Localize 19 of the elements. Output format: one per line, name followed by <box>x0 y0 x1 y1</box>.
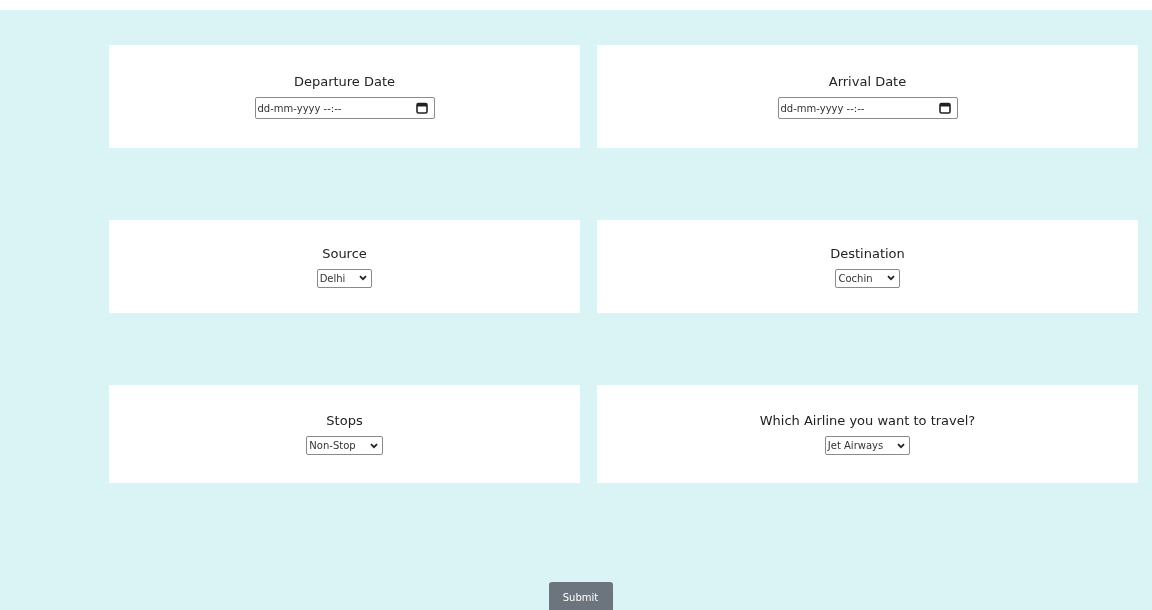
field-label: Stops <box>326 413 363 428</box>
chevron-down-icon <box>897 442 906 449</box>
submit-button[interactable]: Submit <box>548 582 613 610</box>
field-label: Departure Date <box>293 74 396 89</box>
date-time-field[interactable]: dd-mm-yyyy --:-- <box>254 97 435 119</box>
field-label: Source <box>322 245 367 261</box>
calendar-icon[interactable] <box>415 102 428 114</box>
chevron-down-icon <box>886 275 895 281</box>
dropdown[interactable]: Delhi <box>316 268 373 288</box>
dropdown[interactable]: Cochin <box>835 268 900 288</box>
chevron-down-icon <box>359 275 368 281</box>
date-time-field[interactable]: dd-mm-yyyy --:-- <box>777 97 958 119</box>
field-label: Destination <box>830 245 905 261</box>
dropdown[interactable]: Non-Stop <box>306 436 383 455</box>
dropdown[interactable]: Jet Airways <box>824 436 911 455</box>
field-label: Arrival Date <box>828 74 907 89</box>
calendar-icon[interactable] <box>938 102 951 114</box>
field-label: Which Airline you want to travel? <box>759 413 976 428</box>
chevron-down-icon <box>369 442 378 449</box>
